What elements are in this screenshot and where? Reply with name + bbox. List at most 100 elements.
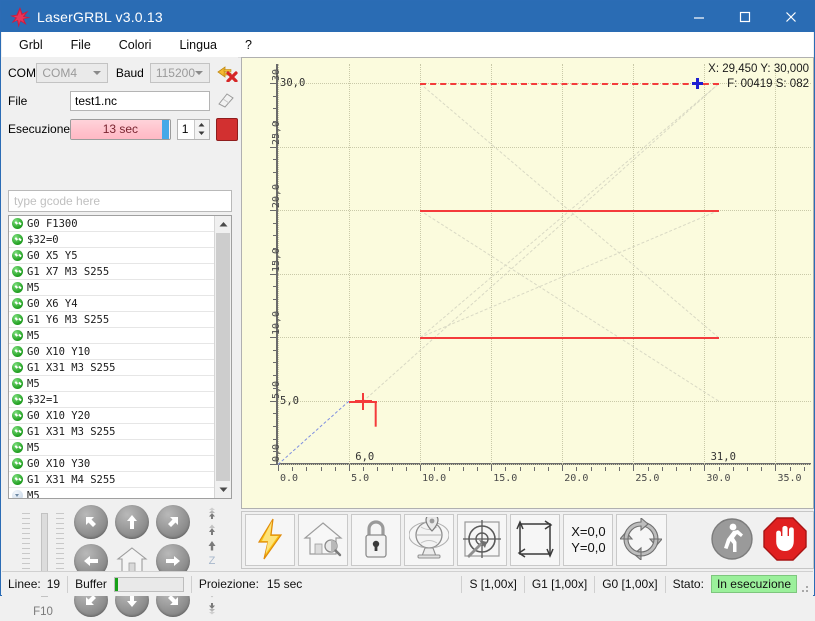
stop-button[interactable] xyxy=(760,514,810,566)
check-circle-icon xyxy=(12,218,23,229)
com-label: COM xyxy=(8,66,36,80)
frame-button[interactable] xyxy=(510,514,560,566)
stepper-down-icon[interactable] xyxy=(195,129,209,139)
z-up-double-icon[interactable] xyxy=(206,523,218,536)
gcode-text: $32=0 xyxy=(27,234,59,246)
home-button[interactable] xyxy=(298,514,348,566)
menu-item-file[interactable]: File xyxy=(60,35,102,55)
gcode-list-item[interactable]: G0 F1300 xyxy=(9,216,214,232)
jog-up-left-button[interactable] xyxy=(74,505,108,539)
chart-annotation: 30,0 xyxy=(280,77,305,89)
scroll-up-icon[interactable] xyxy=(215,216,231,232)
preview-chart[interactable]: 0.05.010.015.020.025.030.035.00,05,010,0… xyxy=(241,57,814,509)
gcode-list[interactable]: G0 F1300$32=0G0 X5 Y5G1 X7 M3 S255M5G0 X… xyxy=(8,215,232,499)
gcode-list-item[interactable]: M5 xyxy=(9,376,214,392)
connect-lightning-button[interactable] xyxy=(245,514,295,566)
gcode-list-item[interactable]: M5 xyxy=(9,328,214,344)
chart-xtick-minor xyxy=(520,467,521,471)
chart-xtick-minor xyxy=(306,467,307,471)
gcode-list-scrollbar[interactable] xyxy=(214,216,231,498)
gcode-list-item[interactable]: $32=1 xyxy=(9,392,214,408)
rotate-button[interactable] xyxy=(616,514,666,566)
z-down-triple-icon[interactable] xyxy=(206,602,218,615)
chart-ytick-label: 20,0 xyxy=(271,184,282,208)
gcode-text: G0 X6 Y4 xyxy=(27,298,78,310)
disconnect-plug-icon[interactable] xyxy=(216,62,238,85)
chart-series-engrave-cross-y xyxy=(375,402,377,427)
gcode-list-item[interactable]: M5 xyxy=(9,280,214,296)
target-button[interactable] xyxy=(457,514,507,566)
chart-xtick-minor xyxy=(505,467,506,471)
check-circle-icon xyxy=(12,250,23,261)
stepper-up-icon[interactable] xyxy=(195,120,209,130)
chart-xtick-minor xyxy=(434,467,435,471)
padlock-icon xyxy=(361,518,391,563)
chart-ytick-minor xyxy=(273,235,277,236)
jog-panel: F10 xyxy=(8,503,232,621)
toolbar-spacer xyxy=(670,514,705,566)
file-name-input[interactable]: test1.nc xyxy=(70,91,210,111)
baud-select[interactable]: 115200 xyxy=(150,63,210,83)
chart-ytick-label: 25,0 xyxy=(271,120,282,144)
chart-series-engrave-y30 xyxy=(420,83,718,85)
gcode-text: G0 X5 Y5 xyxy=(27,250,78,262)
chart-ytick-minor xyxy=(273,223,277,224)
chart-ytick-label: 15,0 xyxy=(271,247,282,271)
menu-item-colori[interactable]: Colori xyxy=(108,35,163,55)
chart-ytick-minor xyxy=(273,96,277,97)
stepper-arrows[interactable] xyxy=(194,120,209,139)
bottom-toolbar: X=0,0 Y=0,0 xyxy=(241,511,814,569)
menu-item-help[interactable]: ? xyxy=(234,35,263,55)
maximize-icon[interactable] xyxy=(722,1,768,32)
scrollbar-thumb[interactable] xyxy=(216,233,230,481)
chart-travel-line xyxy=(363,83,719,401)
execution-stop-button[interactable] xyxy=(216,118,238,141)
gcode-list-item[interactable]: G0 X10 Y20 xyxy=(9,408,214,424)
lines-value: 19 xyxy=(47,577,60,591)
check-circle-icon xyxy=(12,234,23,245)
gcode-list-item[interactable]: G0 X5 Y5 xyxy=(9,248,214,264)
gcode-list-item[interactable]: G1 X31 M4 S255 xyxy=(9,472,214,488)
check-circle-icon xyxy=(12,362,23,373)
gcode-list-item[interactable]: G1 X31 M3 S255 xyxy=(9,360,214,376)
xy-text-icon: X=0,0 Y=0,0 xyxy=(571,524,605,556)
chevron-down-icon xyxy=(195,71,203,75)
com-port-select[interactable]: COM4 xyxy=(36,63,107,83)
unlock-button[interactable] xyxy=(351,514,401,566)
gcode-text: G1 X31 M3 S255 xyxy=(27,362,116,374)
gcode-list-item[interactable]: G0 X10 Y10 xyxy=(9,344,214,360)
gcode-list-item[interactable]: $32=0 xyxy=(9,232,214,248)
gcode-list-item[interactable]: G1 X7 M3 S255 xyxy=(9,264,214,280)
gcode-list-item[interactable]: G0 X6 Y4 xyxy=(9,296,214,312)
zero-coordinates-button[interactable]: X=0,0 Y=0,0 xyxy=(563,514,613,566)
check-circle-icon xyxy=(12,426,23,437)
menu-item-grbl[interactable]: Grbl xyxy=(8,35,54,55)
gcode-text: M5 xyxy=(27,282,40,294)
chart-ytick-minor xyxy=(273,261,277,262)
gcode-list-item[interactable]: M5 xyxy=(9,440,214,456)
set-origin-button[interactable] xyxy=(404,514,454,566)
chart-series-travel-origin xyxy=(278,401,350,465)
chart-ytick-minor xyxy=(273,108,277,109)
gcode-command-input[interactable]: type gcode here xyxy=(8,190,232,212)
gcode-text: G0 X10 Y10 xyxy=(27,346,90,358)
close-icon[interactable] xyxy=(768,1,814,32)
z-up-single-icon[interactable] xyxy=(206,539,218,552)
gcode-list-item[interactable]: M5 xyxy=(9,488,214,499)
scroll-down-icon[interactable] xyxy=(215,482,231,498)
menu-item-lingua[interactable]: Lingua xyxy=(168,35,228,55)
eraser-icon[interactable] xyxy=(216,91,236,112)
run-button[interactable] xyxy=(707,514,757,566)
chart-xtick-label: 20.0 xyxy=(564,473,588,484)
jog-up-button[interactable] xyxy=(115,505,149,539)
gcode-list-item[interactable]: G1 X31 M3 S255 xyxy=(9,424,214,440)
minimize-icon[interactable] xyxy=(676,1,722,32)
chart-xtick-minor xyxy=(321,467,322,471)
resize-grip-icon[interactable] xyxy=(798,582,810,594)
jog-up-right-button[interactable] xyxy=(156,505,190,539)
repeat-count-stepper[interactable]: 1 xyxy=(177,119,210,140)
gcode-list-item[interactable]: G0 X10 Y30 xyxy=(9,456,214,472)
gcode-list-item[interactable]: G1 Y6 M3 S255 xyxy=(9,312,214,328)
z-up-triple-icon[interactable] xyxy=(206,507,218,520)
lasergrbl-window: LaserGRBL v3.0.13 Grbl File Colori Lingu… xyxy=(0,0,815,596)
